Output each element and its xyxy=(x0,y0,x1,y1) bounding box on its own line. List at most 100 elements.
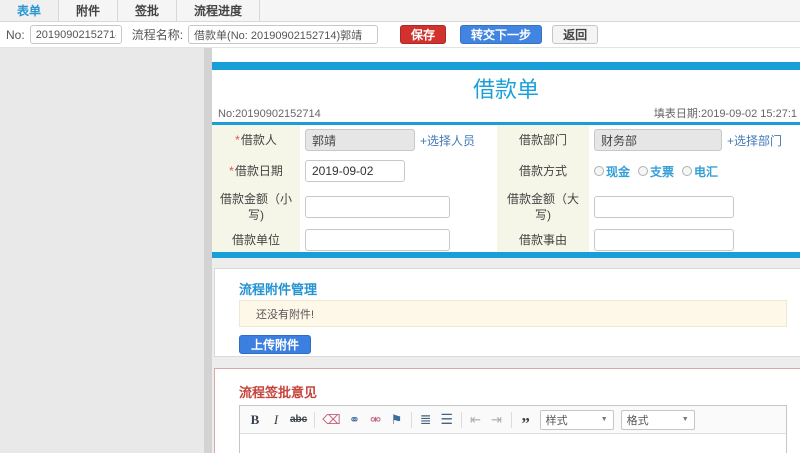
radio-cheque-circle[interactable] xyxy=(638,166,649,176)
tab-progress[interactable]: 流程进度 xyxy=(177,0,261,21)
no-label: No: xyxy=(6,27,25,42)
pick-department-link[interactable]: +选择部门 xyxy=(727,132,782,149)
radio-cheque[interactable]: 支票 xyxy=(638,163,674,180)
page-background: 借款单 No:20190902152714 填表日期:2019-09-02 15… xyxy=(0,48,800,453)
toolbar-separator xyxy=(460,411,462,428)
upload-attachment-button[interactable]: 上传附件 xyxy=(239,335,312,354)
process-name-label: 流程名称: xyxy=(131,28,184,42)
indent-icon[interactable]: ⇥ xyxy=(490,411,504,429)
next-step-button[interactable]: 转交下一步 xyxy=(460,25,543,44)
form-fields-table: *借款人 +选择人员 借款部门 +选择部门 *借款日期 借款方式 xyxy=(212,125,800,252)
radio-cheque-label: 支票 xyxy=(650,164,675,179)
styles-dropdown[interactable]: 样式 ▼ xyxy=(539,409,614,430)
tab-approval[interactable]: 签批 xyxy=(118,0,178,21)
editor-toolbar: B I abc ⌫ ⚭ ⚮ ⚑ ≣ ☰ ⇤ ⇥ ” 样式 ▼ 格式 ▼ xyxy=(240,406,786,434)
strikethrough-icon[interactable]: abc xyxy=(290,411,307,429)
loan-method-field-cell: 现金 支票 电汇 xyxy=(589,155,800,187)
italic-icon[interactable]: I xyxy=(269,411,283,429)
format-dropdown-label: 格式 xyxy=(626,414,649,427)
loan-method-label-cell: 借款方式 xyxy=(497,155,589,187)
anchor-icon[interactable]: ⚑ xyxy=(390,411,404,429)
loan-date-field-cell xyxy=(300,155,497,187)
comment-editor: B I abc ⌫ ⚭ ⚮ ⚑ ≣ ☰ ⇤ ⇥ ” 样式 ▼ 格式 ▼ xyxy=(239,405,787,453)
bulleted-list-icon[interactable]: ☰ xyxy=(440,411,454,429)
form-toolbar: No: 流程名称: 保存 转交下一步 返回 xyxy=(0,22,800,48)
toolbar-separator xyxy=(510,411,512,428)
required-marker: * xyxy=(229,164,234,178)
approval-heading: 流程签批意见 xyxy=(239,385,318,400)
loan-reason-label-cell: 借款事由 xyxy=(497,227,589,252)
blockquote-icon[interactable]: ” xyxy=(519,411,533,432)
format-dropdown[interactable]: 格式 ▼ xyxy=(620,409,695,430)
outdent-icon[interactable]: ⇤ xyxy=(469,411,483,429)
attachments-heading: 流程附件管理 xyxy=(239,282,318,297)
radio-cash[interactable]: 现金 xyxy=(594,163,630,180)
form-top-bar xyxy=(212,62,800,70)
radio-cash-label: 现金 xyxy=(606,164,631,179)
loan-unit-input[interactable] xyxy=(305,228,450,251)
required-marker: * xyxy=(235,133,240,147)
department-field-cell: +选择部门 xyxy=(589,125,800,155)
editor-content-area[interactable] xyxy=(240,434,786,453)
back-button[interactable]: 返回 xyxy=(552,25,599,44)
tab-form-label: 表单 xyxy=(17,4,42,18)
pick-person-link[interactable]: +选择人员 xyxy=(420,132,475,149)
borrower-field-cell: +选择人员 xyxy=(300,125,497,155)
loan-unit-field-cell xyxy=(300,227,497,252)
approval-comments-card: 流程签批意见 B I abc ⌫ ⚭ ⚮ ⚑ ≣ ☰ ⇤ ⇥ ” 样式 ▼ 格式… xyxy=(214,368,800,453)
tab-attachments[interactable]: 附件 xyxy=(59,0,119,21)
tab-approval-label: 签批 xyxy=(135,4,160,18)
loan-method-label: 借款方式 xyxy=(518,164,567,178)
radio-wire-circle[interactable] xyxy=(682,166,693,176)
form-title: 借款单 xyxy=(472,77,539,102)
form-panel: 借款单 No:20190902152714 填表日期:2019-09-02 15… xyxy=(212,48,800,453)
amount-small-label: 借款金额（小写) xyxy=(219,192,292,222)
loan-unit-label: 借款单位 xyxy=(231,232,280,247)
numbered-list-icon[interactable]: ≣ xyxy=(419,411,433,429)
amount-small-label-cell: 借款金额（小写) xyxy=(212,187,300,227)
loan-method-radio-group: 现金 支票 电汇 xyxy=(594,163,718,180)
radio-cash-circle[interactable] xyxy=(594,166,604,176)
form-no-text: No:20190902152714 xyxy=(218,108,321,120)
amount-big-field-cell xyxy=(589,187,800,227)
amount-small-input[interactable] xyxy=(305,196,450,218)
loan-unit-label-cell: 借款单位 xyxy=(212,227,300,252)
chevron-down-icon: ▼ xyxy=(600,416,608,423)
department-input[interactable] xyxy=(594,129,722,151)
styles-dropdown-label: 样式 xyxy=(545,414,568,427)
loan-date-label-cell: *借款日期 xyxy=(212,155,300,187)
process-name-input[interactable] xyxy=(188,25,379,44)
department-label-cell: 借款部门 xyxy=(497,125,589,155)
panel-divider xyxy=(204,48,212,453)
loan-reason-input[interactable] xyxy=(594,228,734,251)
remove-format-icon[interactable]: ⌫ xyxy=(322,411,340,429)
borrower-label: 借款人 xyxy=(240,133,277,147)
unlink-icon[interactable]: ⚮ xyxy=(369,411,383,429)
main-tab-bar: 表单 附件 签批 流程进度 xyxy=(0,0,800,22)
loan-date-label: 借款日期 xyxy=(234,164,283,178)
loan-date-input[interactable] xyxy=(305,160,405,182)
radio-wire[interactable]: 电汇 xyxy=(682,163,718,180)
no-input[interactable] xyxy=(29,25,122,44)
department-label: 借款部门 xyxy=(518,133,567,147)
toolbar-separator xyxy=(314,411,316,428)
amount-big-label: 借款金额（大写) xyxy=(506,192,579,222)
form-meta-row: No:20190902152714 填表日期:2019-09-02 15:27:… xyxy=(218,106,797,122)
amount-big-input[interactable] xyxy=(594,196,734,218)
tab-form[interactable]: 表单 xyxy=(0,0,60,21)
attachments-card: 流程附件管理 还没有附件! 上传附件 xyxy=(214,268,800,357)
save-button[interactable]: 保存 xyxy=(400,25,447,44)
chevron-down-icon: ▼ xyxy=(681,416,689,423)
toolbar-separator xyxy=(410,411,412,428)
form-date-text: 填表日期:2019-09-02 15:27:1 xyxy=(653,108,797,120)
app-window: 表单 附件 签批 流程进度 No: 流程名称: 保存 转交下一步 返回 借款单 … xyxy=(0,0,800,453)
link-icon[interactable]: ⚭ xyxy=(348,411,362,429)
loan-reason-field-cell xyxy=(589,227,800,252)
amount-small-field-cell xyxy=(300,187,497,227)
amount-big-label-cell: 借款金额（大写) xyxy=(497,187,589,227)
radio-wire-label: 电汇 xyxy=(694,164,719,179)
tab-attachments-label: 附件 xyxy=(76,4,101,18)
borrower-input[interactable] xyxy=(305,129,415,151)
no-attachments-message: 还没有附件! xyxy=(239,300,787,327)
bold-icon[interactable]: B xyxy=(248,411,262,429)
